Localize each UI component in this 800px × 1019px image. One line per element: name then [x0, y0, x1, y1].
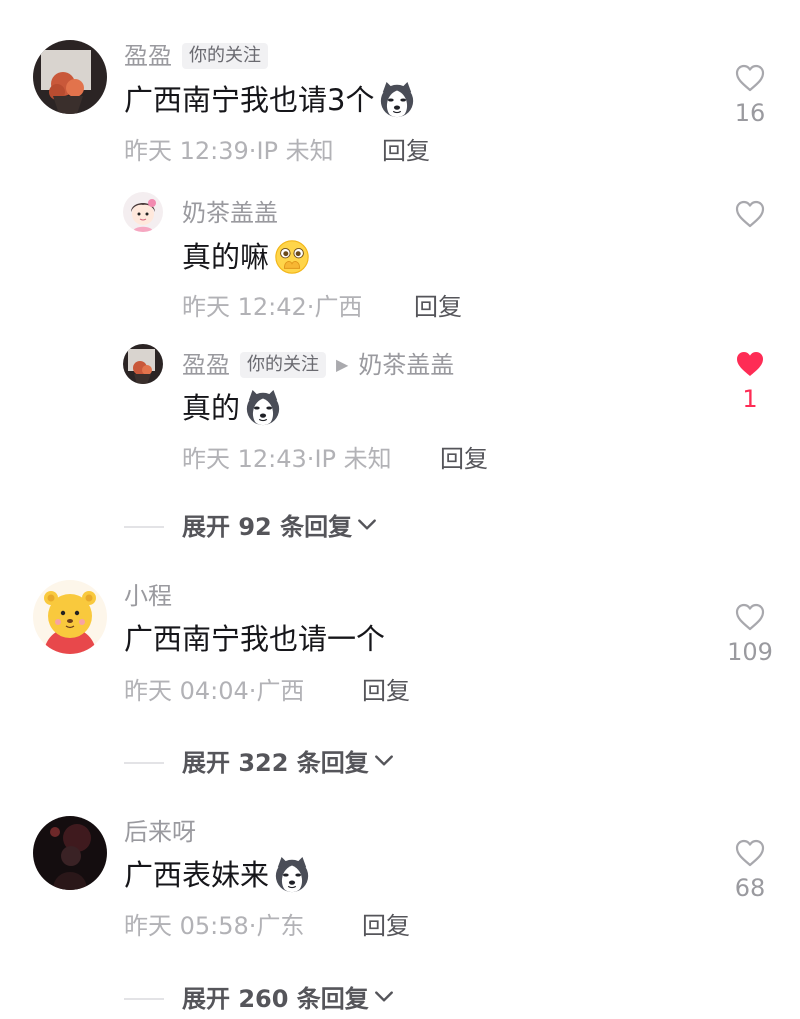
- expand-replies-label: 展开 92 条回复: [182, 513, 353, 541]
- like-button[interactable]: 1: [725, 348, 775, 414]
- divider: [124, 998, 164, 1000]
- reply-button[interactable]: 回复: [382, 136, 430, 166]
- like-count: 1: [742, 385, 758, 413]
- comment-username[interactable]: 小程: [124, 581, 172, 611]
- heart-outline-icon: [734, 601, 766, 633]
- reply-button[interactable]: 回复: [362, 676, 410, 706]
- comment-time: 昨天 04:04: [124, 677, 249, 705]
- reply-location: 广西: [314, 293, 363, 321]
- comment-text: 广西南宁我也请3个: [124, 83, 375, 117]
- heart-outline-icon: [734, 62, 766, 94]
- reply-meta: 昨天 12:42·广西: [182, 293, 363, 321]
- comment-meta: 昨天 04:04·广西: [124, 677, 305, 705]
- like-button[interactable]: 16: [725, 62, 775, 128]
- comment-text-row: 广西表妹来: [124, 855, 311, 895]
- comment-meta: 昨天 05:58·广东: [124, 912, 305, 940]
- like-count: 16: [734, 99, 766, 127]
- heart-outline-icon: [734, 837, 766, 869]
- reply-button[interactable]: 回复: [362, 911, 410, 941]
- following-tag: 你的关注: [182, 43, 268, 69]
- expand-replies-button[interactable]: 展开 92 条回复: [124, 512, 378, 542]
- reply-arrow-icon: ▶: [336, 355, 349, 374]
- reply-text: 真的嘛: [182, 240, 270, 274]
- like-button[interactable]: 109: [725, 601, 775, 667]
- reply-button[interactable]: 回复: [440, 444, 488, 474]
- comment-location: 广东: [256, 912, 305, 940]
- reply-time: 昨天 12:43: [182, 445, 307, 473]
- comment-username[interactable]: 后来呀: [124, 817, 196, 847]
- reply-button[interactable]: 回复: [414, 292, 462, 322]
- reply-text-row: 真的: [182, 388, 282, 428]
- husky-emoji: [244, 389, 282, 427]
- expand-replies-label: 展开 260 条回复: [182, 985, 369, 1013]
- reply-text-row: 真的嘛: [182, 237, 311, 277]
- comment-location: 广西: [256, 677, 305, 705]
- comment-text-row: 广西南宁我也请3个: [124, 80, 416, 120]
- reply-time: 昨天 12:42: [182, 293, 307, 321]
- heart-filled-icon: [734, 348, 766, 380]
- like-count: 109: [727, 638, 773, 666]
- avatar[interactable]: [33, 580, 107, 654]
- avatar[interactable]: [33, 816, 107, 890]
- husky-emoji: [378, 81, 416, 119]
- reply-text: 真的: [182, 391, 241, 425]
- shy-face-emoji: [273, 238, 311, 276]
- reply-location: IP 未知: [314, 445, 392, 473]
- comment-time: 昨天 12:39: [124, 137, 249, 165]
- comment-text-row: 广西南宁我也请一个: [124, 619, 385, 659]
- like-count: 68: [734, 874, 766, 902]
- like-button[interactable]: [725, 198, 775, 230]
- heart-outline-icon: [734, 198, 766, 230]
- reply-meta: 昨天 12:43·IP 未知: [182, 445, 392, 473]
- comment-username[interactable]: 盈盈: [124, 41, 172, 71]
- like-button[interactable]: 68: [725, 837, 775, 903]
- comment-time: 昨天 05:58: [124, 912, 249, 940]
- comment-meta: 昨天 12:39·IP 未知: [124, 137, 334, 165]
- expand-replies-button[interactable]: 展开 322 条回复: [124, 748, 395, 778]
- divider: [124, 526, 164, 528]
- reply-username[interactable]: 盈盈: [182, 350, 230, 380]
- avatar[interactable]: [123, 344, 163, 384]
- avatar[interactable]: [33, 40, 107, 114]
- reply-username[interactable]: 奶茶盖盖: [182, 198, 278, 228]
- expand-replies-button[interactable]: 展开 260 条回复: [124, 984, 395, 1014]
- comment-text: 广西表妹来: [124, 858, 270, 892]
- expand-replies-label: 展开 322 条回复: [182, 749, 369, 777]
- reply-to-username[interactable]: 奶茶盖盖: [358, 350, 454, 380]
- chevron-down-icon: [373, 750, 395, 776]
- following-tag: 你的关注: [240, 352, 326, 378]
- comment-location: IP 未知: [256, 137, 334, 165]
- divider: [124, 762, 164, 764]
- avatar[interactable]: [123, 192, 163, 232]
- chevron-down-icon: [373, 986, 395, 1012]
- comment-text: 广西南宁我也请一个: [124, 622, 386, 656]
- husky-emoji: [273, 856, 311, 894]
- chevron-down-icon: [356, 514, 378, 540]
